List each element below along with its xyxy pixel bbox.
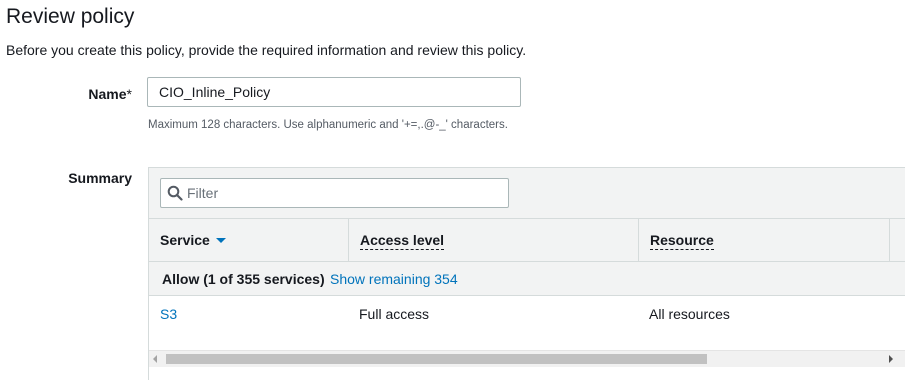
column-header-access-level-label: Access level (360, 232, 445, 250)
column-header-access-level[interactable]: Access level (349, 219, 639, 261)
summary-table: Service Access level Resource Allow (1 o… (148, 167, 905, 380)
column-header-resource[interactable]: Resource (639, 219, 890, 261)
allow-group-label: Allow (1 of 355 services) (162, 271, 325, 287)
policy-name-input[interactable] (147, 77, 521, 107)
summary-label: Summary (68, 170, 132, 186)
horizontal-scrollbar[interactable] (149, 350, 905, 367)
scroll-right-arrow-icon[interactable] (889, 355, 893, 363)
sort-descending-icon[interactable] (215, 238, 226, 243)
column-header-service[interactable]: Service (149, 219, 349, 261)
allow-group-row: Allow (1 of 355 services) Show remaining… (149, 262, 905, 296)
search-icon (167, 185, 183, 201)
scroll-left-arrow-icon[interactable] (153, 355, 157, 363)
service-link-s3[interactable]: S3 (160, 306, 177, 322)
scrollbar-thumb[interactable] (166, 354, 707, 364)
access-level-cell: Full access (359, 306, 430, 322)
column-header-resource-label: Resource (650, 232, 714, 250)
filter-input[interactable] (187, 179, 505, 207)
page-title: Review policy (6, 5, 135, 28)
name-label-text: Name (88, 86, 127, 102)
name-label: Name* (88, 86, 132, 102)
page-description: Before you create this policy, provide t… (6, 42, 527, 58)
required-marker: * (126, 86, 132, 102)
resource-cell: All resources (649, 306, 730, 322)
table-row: S3 Full access All resources (149, 296, 905, 330)
column-header-service-label: Service (160, 232, 210, 248)
show-remaining-link[interactable]: Show remaining 354 (330, 271, 458, 287)
filter-box[interactable] (160, 178, 509, 208)
filter-bar (149, 168, 905, 219)
name-hint: Maximum 128 characters. Use alphanumeric… (148, 119, 508, 131)
table-header: Service Access level Resource (149, 219, 905, 262)
